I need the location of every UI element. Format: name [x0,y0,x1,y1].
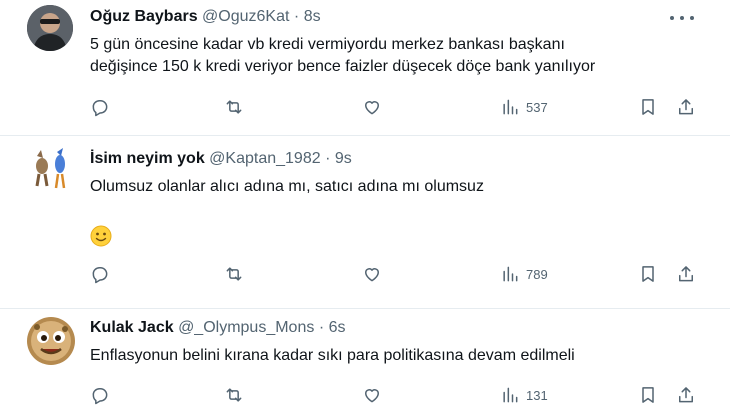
separator-dot: · [325,150,331,167]
bookmark-icon [642,266,654,282]
author-handle[interactable]: @_Olympus_Mons [178,319,314,336]
tweet-1[interactable]: Oğuz Baybars @Oguz6Kat · 8s 5 gün öncesi… [0,0,730,135]
share-button[interactable] [676,384,696,406]
reply-icon [92,388,108,405]
tweet-text: Olumsuz olanlar alıcı adına mı, satıcı a… [90,176,690,198]
retweet-button[interactable] [224,384,244,406]
tweet-text: 5 gün öncesine kadar vb kredi vermiyordu… [90,34,690,78]
slightly-smiling-face-icon [90,225,112,247]
view-count: 131 [526,387,548,403]
author-name[interactable]: İsim neyim yok [90,150,205,167]
share-icon [679,99,693,115]
tweet-actions: 131 [90,384,700,406]
like-button[interactable] [362,96,382,118]
tweet-actions: 789 [90,263,700,285]
tweet-header: Kulak Jack @_Olympus_Mons · 6s [90,319,346,337]
tweet-2[interactable]: İsim neyim yok @Kaptan_1982 · 9s Olumsuz… [0,136,730,308]
timestamp[interactable]: 9s [335,150,352,167]
heart-icon [365,268,379,282]
tweet-3[interactable]: Kulak Jack @_Olympus_Mons · 6s Enflasyon… [0,309,730,420]
analytics-icon [503,387,518,403]
author-name[interactable]: Oğuz Baybars [90,8,198,25]
avatar-kulak-jack[interactable] [27,317,75,365]
timestamp[interactable]: 6s [329,319,346,336]
separator-dot: · [293,8,300,25]
author-handle[interactable]: @Oguz6Kat [202,8,289,25]
author-name[interactable]: Kulak Jack [90,319,174,336]
retweet-button[interactable] [224,263,244,285]
tweet-header: Oğuz Baybars @Oguz6Kat · 8s [90,8,321,26]
avatar-isim-neyim-yok[interactable] [27,146,73,192]
more-options-icon[interactable] [670,10,694,26]
reply-button[interactable] [90,263,110,285]
retweet-icon [226,388,242,402]
share-button[interactable] [676,263,696,285]
views-button[interactable]: 537 [500,96,548,118]
reply-icon [92,100,108,117]
heart-icon [365,101,379,115]
heart-icon [365,389,379,403]
separator-dot: · [318,319,325,336]
tweet-text-line: Enflasyonun belini kırana kadar sıkı par… [90,347,575,364]
tweet-text: Enflasyonun belini kırana kadar sıkı par… [90,345,690,367]
bookmark-button[interactable] [638,263,658,285]
analytics-icon [503,99,518,115]
bookmark-icon [642,387,654,403]
bookmark-button[interactable] [638,384,658,406]
reply-button[interactable] [90,384,110,406]
reply-button[interactable] [90,96,110,118]
views-button[interactable]: 131 [500,384,548,406]
tweet-text-line: Olumsuz olanlar alıcı adına mı, satıcı a… [90,178,484,195]
reply-icon [92,267,108,284]
avatar-cartoon [27,146,73,192]
retweet-button[interactable] [224,96,244,118]
tweet-actions: 537 [90,96,700,118]
tweet-text-line: değişince 150 k kredi veriyor bence faiz… [90,58,596,75]
like-button[interactable] [362,263,382,285]
views-button[interactable]: 789 [500,263,548,285]
avatar-cartoon [27,317,75,365]
author-handle[interactable]: @Kaptan_1982 [209,150,320,167]
timestamp[interactable]: 8s [304,8,321,25]
avatar-oguz-baybars[interactable] [27,5,73,51]
view-count: 537 [526,99,548,115]
view-count: 789 [526,266,548,282]
share-icon [679,266,693,282]
share-icon [679,387,693,403]
retweet-icon [226,267,242,281]
share-button[interactable] [676,96,696,118]
avatar-photo [27,5,73,51]
analytics-icon [503,266,518,282]
bookmark-icon [642,99,654,115]
like-button[interactable] [362,384,382,406]
tweet-text-line: 5 gün öncesine kadar vb kredi vermiyordu… [90,36,565,53]
retweet-icon [226,100,242,114]
bookmark-button[interactable] [638,96,658,118]
tweet-feed: Oğuz Baybars @Oguz6Kat · 8s 5 gün öncesi… [0,0,730,420]
tweet-header: İsim neyim yok @Kaptan_1982 · 9s [90,150,352,168]
